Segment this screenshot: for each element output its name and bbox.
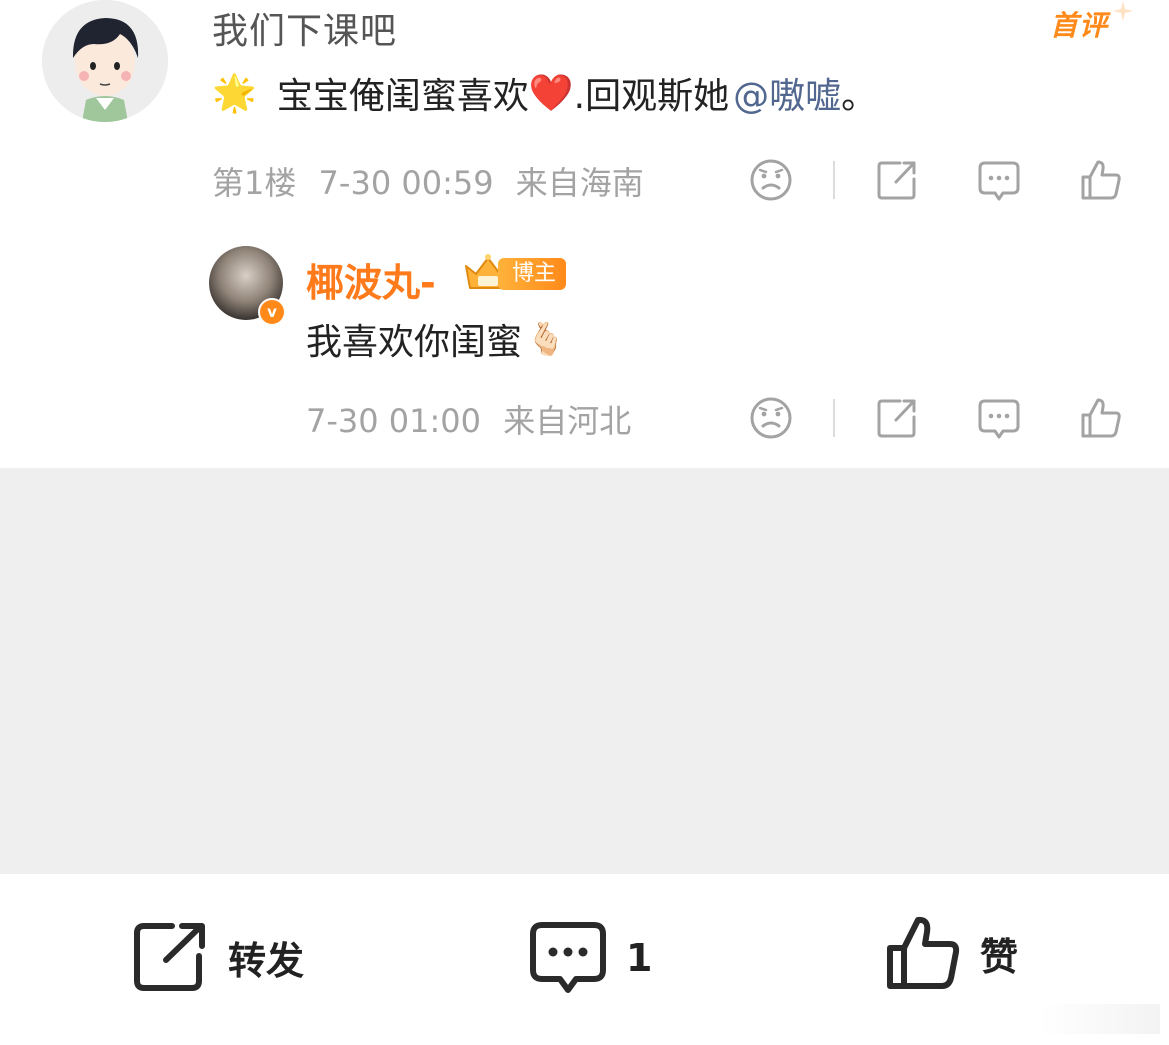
comment-text-part1: 宝宝俺闺蜜喜欢	[276, 76, 529, 117]
comment-button[interactable]: 1	[528, 920, 652, 996]
share-icon[interactable]	[874, 157, 920, 203]
comment-location: 来自海南	[515, 164, 644, 202]
sparkle-icon	[1112, 0, 1134, 26]
avatar[interactable]	[42, 0, 168, 122]
star-emoji: 🌟	[212, 73, 257, 114]
reply-text: 我喜欢你闺蜜 🫰🏻	[306, 314, 566, 364]
reply-location: 来自河北	[503, 402, 632, 440]
comment-text: 🌟 宝宝俺闺蜜喜欢 ❤️ .回观斯她 @嗷嘘 。	[212, 66, 877, 120]
watermark	[1040, 1004, 1160, 1034]
reply-username[interactable]: 椰波丸-	[306, 252, 436, 307]
comment-bubble-icon[interactable]	[976, 157, 1022, 203]
comment-bubble-icon[interactable]	[976, 395, 1022, 441]
reply-text-body: 我喜欢你闺蜜	[306, 322, 523, 363]
blogger-badge: 博主	[498, 258, 567, 290]
action-divider	[833, 399, 835, 437]
sad-face-icon[interactable]	[748, 395, 794, 441]
heart-emoji: ❤️	[528, 73, 574, 114]
comment-meta: 第1楼 7-30 00:59 来自海南	[212, 158, 644, 204]
comment-text-end: 。	[841, 76, 878, 117]
floor-number: 第1楼	[212, 164, 297, 202]
empty-area	[0, 468, 1169, 874]
finger-heart-emoji: 🫰🏻	[526, 320, 566, 358]
comment-time: 7-30 00:59	[318, 164, 494, 202]
like-label: 赞	[980, 934, 1019, 979]
share-icon	[134, 923, 205, 991]
thumbs-up-icon	[887, 916, 960, 989]
reply-meta: 7-30 01:00 来自河北	[306, 396, 631, 442]
comment-username[interactable]: 我们下课吧	[212, 2, 397, 54]
repost-button[interactable]: 转发	[132, 920, 304, 994]
sad-face-icon[interactable]	[748, 157, 794, 203]
comment-text-part2: .回观斯她	[573, 76, 730, 117]
thumbs-up-icon[interactable]	[1078, 395, 1124, 441]
reply-time: 7-30 01:00	[306, 402, 482, 440]
repost-label: 转发	[228, 938, 305, 983]
first-comment-badge: 首评	[1050, 9, 1109, 42]
thumbs-up-icon[interactable]	[1078, 157, 1124, 203]
share-icon[interactable]	[874, 395, 920, 441]
like-button[interactable]: 赞	[884, 914, 1018, 992]
action-divider	[833, 161, 835, 199]
mention-link[interactable]: @嗷嘘	[733, 67, 841, 119]
comment-count: 1	[626, 936, 653, 980]
comment-bubble-icon	[530, 922, 606, 993]
verified-badge: v	[258, 298, 286, 326]
